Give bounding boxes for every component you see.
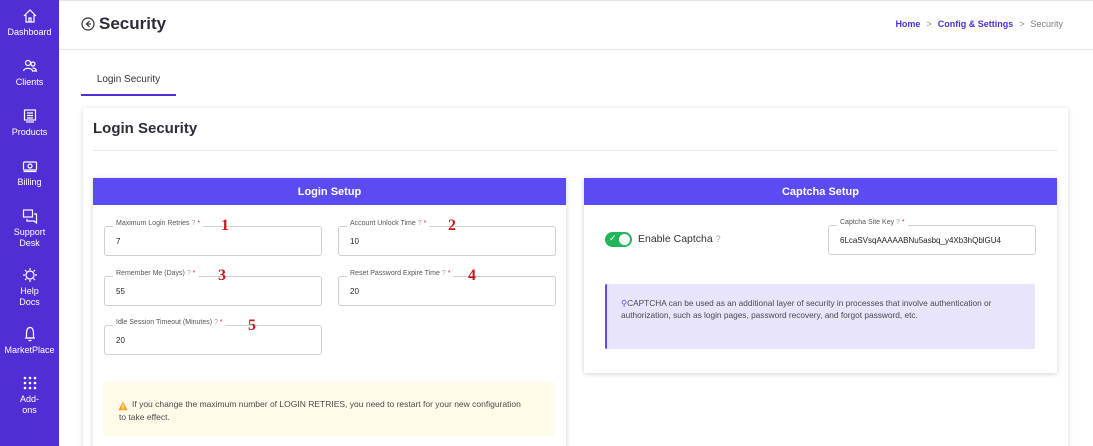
required-mark: * bbox=[192, 270, 196, 277]
sidebar-item-help-docs[interactable]: Help Docs bbox=[0, 267, 59, 308]
sidebar-item-support-desk[interactable]: Support Desk bbox=[0, 208, 59, 249]
captcha-site-key-field: Captcha Site Key ? * bbox=[828, 219, 1036, 255]
card-title: Login Security bbox=[93, 120, 198, 137]
callout-number: 4 bbox=[468, 267, 476, 284]
captcha-setup-panel: Captcha Setup ✓ Enable Captcha ? Captcha… bbox=[584, 178, 1057, 373]
help-icon[interactable]: ? bbox=[418, 220, 422, 227]
help-icon[interactable]: ? bbox=[442, 270, 446, 277]
field-label: Account Unlock Time bbox=[350, 220, 416, 227]
remember-me-days-input[interactable] bbox=[116, 287, 300, 296]
captcha-info-text: CAPTCHA can be used as an additional lay… bbox=[621, 298, 992, 320]
sidebar-item-label: Billing bbox=[17, 177, 42, 187]
captcha-info-box: ⚲CAPTCHA can be used as an additional la… bbox=[605, 284, 1035, 349]
sidebar-item-label: Support Desk bbox=[13, 227, 46, 248]
field-label: Maximum Login Retries bbox=[116, 220, 190, 227]
login-setup-heading: Login Setup bbox=[93, 178, 566, 205]
tab-login-security[interactable]: Login Security bbox=[81, 64, 176, 96]
sidebar-item-products[interactable]: Products bbox=[0, 108, 59, 138]
help-icon[interactable]: ? bbox=[214, 319, 218, 326]
sidebar-item-label: Products bbox=[11, 127, 48, 137]
breadcrumb: Home > Config & Settings > Security bbox=[895, 19, 1063, 29]
sidebar-item-label: Help Docs bbox=[19, 286, 40, 307]
field-label: Idle Session Timeout (Minutes) bbox=[116, 319, 213, 326]
max-login-retries-field: Maximum Login Retries ? * bbox=[104, 220, 322, 256]
marketplace-icon bbox=[22, 326, 38, 342]
sidebar-item-marketplace[interactable]: MarketPlace bbox=[0, 326, 59, 356]
chat-icon bbox=[22, 208, 38, 225]
callout-number: 2 bbox=[448, 217, 456, 234]
sidebar: Dashboard Clients Products Billing Suppo… bbox=[0, 0, 59, 446]
back-arrow-icon[interactable] bbox=[81, 17, 95, 31]
required-mark: * bbox=[447, 270, 451, 277]
account-unlock-time-field: Account Unlock Time ? * bbox=[338, 220, 556, 256]
divider bbox=[93, 150, 1058, 151]
help-icon[interactable]: ? bbox=[896, 219, 900, 226]
help-icon[interactable]: ? bbox=[191, 220, 195, 227]
restart-warning: If you change the maximum number of LOGI… bbox=[103, 382, 555, 436]
callout-number: 5 bbox=[248, 317, 256, 334]
home-icon bbox=[22, 8, 38, 24]
idle-session-timeout-field: Idle Session Timeout (Minutes) ? * bbox=[104, 319, 322, 355]
breadcrumb-separator: > bbox=[926, 19, 932, 29]
breadcrumb-current: Security bbox=[1030, 19, 1063, 29]
help-icon bbox=[22, 267, 38, 283]
warning-text: If you change the maximum number of LOGI… bbox=[119, 399, 521, 422]
breadcrumb-separator: > bbox=[1019, 19, 1025, 29]
idle-session-timeout-input[interactable] bbox=[116, 336, 300, 345]
field-label: Remember Me (Days) bbox=[116, 270, 185, 277]
required-mark: * bbox=[219, 319, 223, 326]
sidebar-item-clients[interactable]: Clients bbox=[0, 58, 59, 88]
sidebar-item-label: Clients bbox=[15, 77, 44, 87]
sidebar-item-add-ons[interactable]: Add-ons bbox=[0, 375, 59, 416]
sidebar-item-label: Dashboard bbox=[7, 27, 52, 37]
grid-icon bbox=[22, 375, 38, 391]
reset-password-expire-field: Reset Password Expire Time ? * bbox=[338, 270, 556, 306]
captcha-setup-heading: Captcha Setup bbox=[584, 178, 1057, 205]
required-mark: * bbox=[423, 220, 427, 227]
sidebar-item-dashboard[interactable]: Dashboard bbox=[0, 8, 59, 38]
enable-captcha-toggle[interactable]: ✓ bbox=[605, 232, 632, 247]
sidebar-item-label: MarketPlace bbox=[4, 345, 55, 355]
check-icon: ✓ bbox=[609, 233, 617, 243]
sidebar-item-billing[interactable]: Billing bbox=[0, 158, 59, 188]
field-label: Reset Password Expire Time bbox=[350, 270, 440, 277]
help-icon[interactable]: ? bbox=[187, 270, 191, 277]
reset-password-expire-input[interactable] bbox=[350, 287, 534, 296]
breadcrumb-config-link[interactable]: Config & Settings bbox=[938, 19, 1014, 29]
money-icon bbox=[22, 158, 38, 174]
users-icon bbox=[22, 58, 38, 74]
remember-me-days-field: Remember Me (Days) ? * bbox=[104, 270, 322, 306]
help-icon[interactable]: ? bbox=[716, 234, 721, 244]
callout-number: 3 bbox=[218, 267, 226, 284]
captcha-site-key-input[interactable] bbox=[840, 236, 1016, 245]
breadcrumb-home-link[interactable]: Home bbox=[895, 19, 920, 29]
login-setup-panel: Login Setup Maximum Login Retries ? * 1 … bbox=[93, 178, 566, 446]
toggle-knob bbox=[619, 234, 630, 245]
callout-number: 1 bbox=[221, 217, 229, 234]
required-mark: * bbox=[197, 220, 201, 227]
enable-captcha-label: Enable Captcha bbox=[638, 233, 713, 245]
account-unlock-time-input[interactable] bbox=[350, 237, 534, 246]
required-mark: * bbox=[901, 219, 905, 226]
field-label: Captcha Site Key bbox=[840, 219, 895, 226]
login-security-card: Login Security Login Setup Maximum Login… bbox=[83, 108, 1068, 446]
box-icon bbox=[22, 108, 38, 124]
sidebar-item-label: Add-ons bbox=[19, 394, 39, 415]
page-header: Security Home > Config & Settings > Secu… bbox=[59, 1, 1093, 50]
page-title: Security bbox=[99, 14, 167, 33]
max-login-retries-input[interactable] bbox=[116, 237, 300, 246]
